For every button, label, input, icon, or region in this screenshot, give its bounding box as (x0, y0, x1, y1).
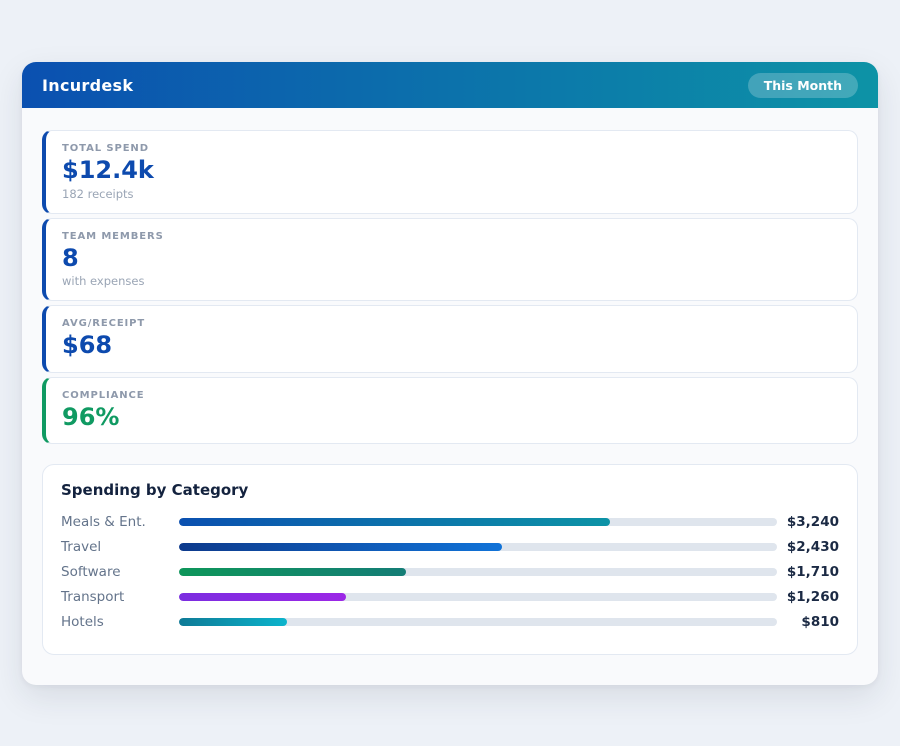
bar-fill (179, 568, 406, 576)
category-value: $1,260 (777, 589, 839, 605)
bar-fill (179, 593, 346, 601)
stat-sublabel: 182 receipts (62, 187, 841, 201)
bar-track (179, 618, 777, 626)
bar-fill (179, 543, 502, 551)
category-value: $810 (777, 614, 839, 630)
category-value: $3,240 (777, 514, 839, 530)
period-badge-button[interactable]: This Month (748, 73, 858, 98)
category-label: Software (61, 564, 179, 580)
stat-value: $68 (62, 332, 841, 360)
category-row: Travel $2,430 (61, 534, 839, 559)
category-label: Hotels (61, 614, 179, 630)
stat-value: 8 (62, 245, 841, 273)
category-label: Transport (61, 589, 179, 605)
category-row: Hotels $810 (61, 609, 839, 634)
stat-label: TOTAL SPEND (62, 143, 841, 154)
category-label: Meals & Ent. (61, 514, 179, 530)
stat-label: AVG/RECEIPT (62, 318, 841, 329)
spending-by-category-card: Spending by Category Meals & Ent. $3,240 T… (42, 464, 858, 655)
category-row: Meals & Ent. $3,240 (61, 509, 839, 534)
bar-track (179, 593, 777, 601)
incurdesk-panel: Incurdesk This Month TOTAL SPEND $12.4k … (22, 62, 878, 685)
category-row: Software $1,710 (61, 559, 839, 584)
panel-body: TOTAL SPEND $12.4k 182 receipts TEAM MEM… (22, 108, 878, 677)
bar-fill (179, 618, 287, 626)
chart-title: Spending by Category (61, 481, 839, 499)
stat-sublabel: with expenses (62, 274, 841, 288)
bar-track (179, 518, 777, 526)
category-value: $1,710 (777, 564, 839, 580)
stat-card-avg-receipt: AVG/RECEIPT $68 (42, 305, 858, 373)
category-value: $2,430 (777, 539, 839, 555)
stat-card-total-spend: TOTAL SPEND $12.4k 182 receipts (42, 130, 858, 214)
app-title: Incurdesk (42, 76, 133, 95)
bar-fill (179, 518, 610, 526)
category-row: Transport $1,260 (61, 584, 839, 609)
stat-value: 96% (62, 404, 841, 432)
bar-track (179, 543, 777, 551)
stat-label: TEAM MEMBERS (62, 231, 841, 242)
app-header: Incurdesk This Month (22, 62, 878, 108)
stat-label: COMPLIANCE (62, 390, 841, 401)
stat-card-team-members: TEAM MEMBERS 8 with expenses (42, 218, 858, 302)
stat-card-compliance: COMPLIANCE 96% (42, 377, 858, 445)
bar-track (179, 568, 777, 576)
category-rows: Meals & Ent. $3,240 Travel $2,430 Software $1… (61, 509, 839, 634)
stat-value: $12.4k (62, 157, 841, 185)
category-label: Travel (61, 539, 179, 555)
